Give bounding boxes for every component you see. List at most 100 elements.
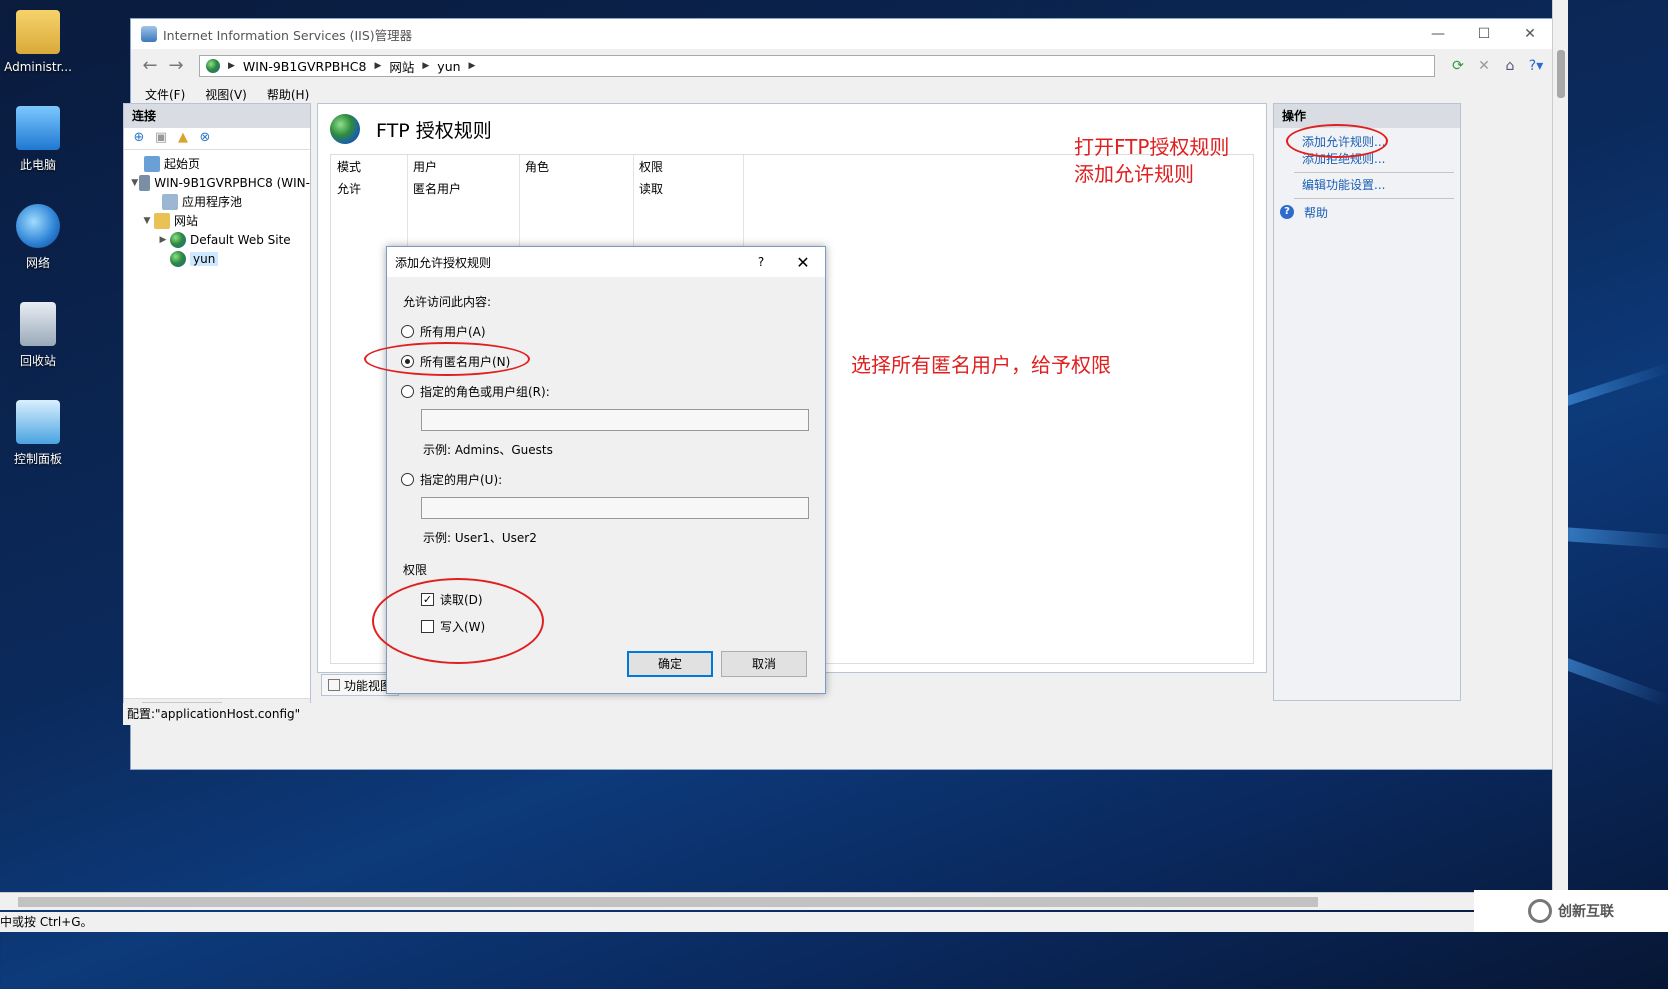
connect-icon[interactable]: ⊕	[128, 130, 150, 148]
user-folder-icon	[16, 10, 60, 54]
page-title: FTP 授权规则	[376, 119, 492, 142]
globe-icon	[170, 231, 186, 248]
breadcrumb-arrow-icon: ▶	[468, 61, 476, 71]
tree-item-sites[interactable]: ▼ 网站	[130, 211, 310, 230]
annotation-note-open-rules: 打开FTP授权规则 添加允许规则	[1074, 135, 1230, 186]
title-bar: Internet Information Services (IIS)管理器 —…	[131, 19, 1553, 49]
breadcrumb-yun[interactable]: yun	[437, 59, 460, 74]
tree-item-default-web-site[interactable]: ▶ Default Web Site	[130, 230, 310, 249]
menu-view[interactable]: 视图(V)	[205, 86, 247, 103]
minimize-button[interactable]: —	[1415, 19, 1461, 49]
globe-icon	[170, 250, 186, 267]
column-header-role[interactable]: 角色	[519, 158, 633, 175]
radio-all-users[interactable]: 所有用户(A)	[401, 323, 486, 340]
help-dropdown-icon[interactable]: ?▾	[1525, 55, 1547, 77]
dialog-title: 添加允许授权规则	[395, 255, 492, 270]
menu-file[interactable]: 文件(F)	[145, 86, 185, 103]
help-icon: ?	[1280, 205, 1294, 219]
outer-horizontal-scrollbar[interactable]	[0, 892, 1474, 910]
annotation-circle-add-allow	[1286, 124, 1388, 158]
tree-item-app-pools[interactable]: 应用程序池	[130, 192, 310, 211]
allow-access-prompt: 允许访问此内容:	[403, 295, 492, 309]
connections-toolbar: ⊕ ▣ ▲ ⊗	[124, 128, 310, 150]
dialog-help-button[interactable]: ?	[741, 255, 781, 269]
users-example: 示例: User1、User2	[423, 531, 537, 545]
help-link[interactable]: ? 帮助	[1274, 201, 1460, 223]
disconnect-icon[interactable]: ⊗	[194, 130, 216, 148]
iis-app-icon	[141, 26, 157, 42]
cell-permission: 读取	[639, 181, 664, 196]
permissions-label: 权限	[403, 563, 428, 577]
globe-icon	[206, 59, 220, 73]
cell-mode: 允许	[337, 181, 362, 196]
actions-pane: 操作 添加允许规则... 添加拒绝规则... 编辑功能设置... ? 帮助	[1273, 103, 1461, 701]
column-header-permission[interactable]: 权限	[633, 158, 743, 175]
radio-indicator	[401, 473, 414, 486]
control-panel-icon	[16, 400, 60, 444]
folder-icon	[154, 212, 170, 229]
app-pool-icon	[162, 193, 178, 210]
radio-specified-users[interactable]: 指定的用户(U):	[401, 471, 502, 488]
connections-tree: 起始页 ▼ WIN-9B1GVRPBHC8 (WIN- 应用程序池 ▼ 网站 ▶…	[124, 150, 310, 268]
desktop-icon-recycle-bin[interactable]: 回收站	[0, 302, 76, 369]
desktop-icon-this-pc[interactable]: 此电脑	[0, 106, 76, 173]
back-arrow-icon[interactable]: ←	[137, 55, 163, 77]
ok-button[interactable]: 确定	[627, 651, 713, 677]
collapse-icon[interactable]: ▼	[140, 216, 154, 226]
network-icon	[16, 204, 60, 248]
roles-input[interactable]	[421, 409, 809, 431]
connections-pane: 连接 ⊕ ▣ ▲ ⊗ 起始页 ▼ WIN-9B1GVRPBHC8 (WIN- 应…	[123, 103, 311, 715]
start-page-icon	[144, 155, 160, 172]
breadcrumb[interactable]: ▶ WIN-9B1GVRPBHC8 ▶ 网站 ▶ yun ▶	[199, 55, 1435, 77]
cancel-button[interactable]: 取消	[721, 651, 807, 677]
annotation-circle-anonymous	[364, 342, 530, 376]
tree-item-yun[interactable]: yun	[130, 249, 310, 268]
tree-item-start-page[interactable]: 起始页	[130, 154, 310, 173]
ftp-globe-icon	[330, 114, 360, 144]
close-button[interactable]: ✕	[1507, 19, 1553, 49]
computer-icon	[16, 106, 60, 150]
users-input[interactable]	[421, 497, 809, 519]
desktop-icon-control-panel[interactable]: 控制面板	[0, 400, 76, 467]
tree-item-server[interactable]: ▼ WIN-9B1GVRPBHC8 (WIN-	[130, 173, 310, 192]
status-bar: 配置:"applicationHost.config"	[123, 703, 1545, 725]
outer-status-bar: 中或按 Ctrl+G。	[0, 912, 1474, 932]
window-title: Internet Information Services (IIS)管理器	[163, 27, 413, 43]
breadcrumb-arrow-icon: ▶	[422, 61, 430, 71]
desktop-icon-administrator[interactable]: Administr...	[0, 10, 76, 74]
menu-help[interactable]: 帮助(H)	[267, 86, 309, 103]
edit-feature-settings-link[interactable]: 编辑功能设置...	[1274, 175, 1460, 196]
stop-icon[interactable]: ✕	[1473, 55, 1495, 77]
cell-user: 匿名用户	[413, 181, 462, 196]
maximize-button[interactable]: ☐	[1461, 19, 1507, 49]
forward-arrow-icon[interactable]: →	[163, 55, 189, 77]
address-bar: ← → ▶ WIN-9B1GVRPBHC8 ▶ 网站 ▶ yun ▶ ⟳ ✕ ⌂…	[131, 49, 1553, 83]
actions-title: 操作	[1274, 104, 1460, 128]
menu-bar: 文件(F) 视图(V) 帮助(H)	[131, 83, 1553, 105]
breadcrumb-sites[interactable]: 网站	[389, 57, 414, 76]
column-header-mode[interactable]: 模式	[331, 158, 407, 175]
radio-indicator	[401, 385, 414, 398]
features-view-icon	[328, 679, 340, 691]
recycle-bin-icon	[20, 302, 56, 346]
annotation-note-select-anonymous: 选择所有匿名用户，给予权限	[851, 353, 1111, 377]
save-icon[interactable]: ▣	[150, 130, 172, 148]
radio-specified-roles[interactable]: 指定的角色或用户组(R):	[401, 383, 550, 400]
breadcrumb-server[interactable]: WIN-9B1GVRPBHC8	[243, 59, 367, 74]
radio-indicator	[401, 325, 414, 338]
outer-status-text: 中或按 Ctrl+G。	[0, 915, 93, 929]
column-header-user[interactable]: 用户	[407, 158, 519, 175]
dialog-title-bar: 添加允许授权规则 ? ✕	[387, 247, 825, 277]
desktop-icon-network[interactable]: 网络	[0, 204, 76, 271]
dialog-close-icon[interactable]: ✕	[781, 253, 825, 272]
up-folder-icon[interactable]: ▲	[172, 130, 194, 148]
refresh-icon[interactable]: ⟳	[1447, 55, 1469, 77]
outer-vertical-scrollbar[interactable]	[1552, 0, 1568, 890]
breadcrumb-arrow-icon: ▶	[374, 61, 382, 71]
home-icon[interactable]: ⌂	[1499, 55, 1521, 77]
expand-icon[interactable]: ▶	[156, 235, 170, 245]
server-icon	[139, 174, 151, 191]
collapse-icon[interactable]: ▼	[130, 178, 139, 188]
roles-example: 示例: Admins、Guests	[423, 443, 553, 457]
status-config: 配置:"applicationHost.config"	[127, 707, 301, 721]
